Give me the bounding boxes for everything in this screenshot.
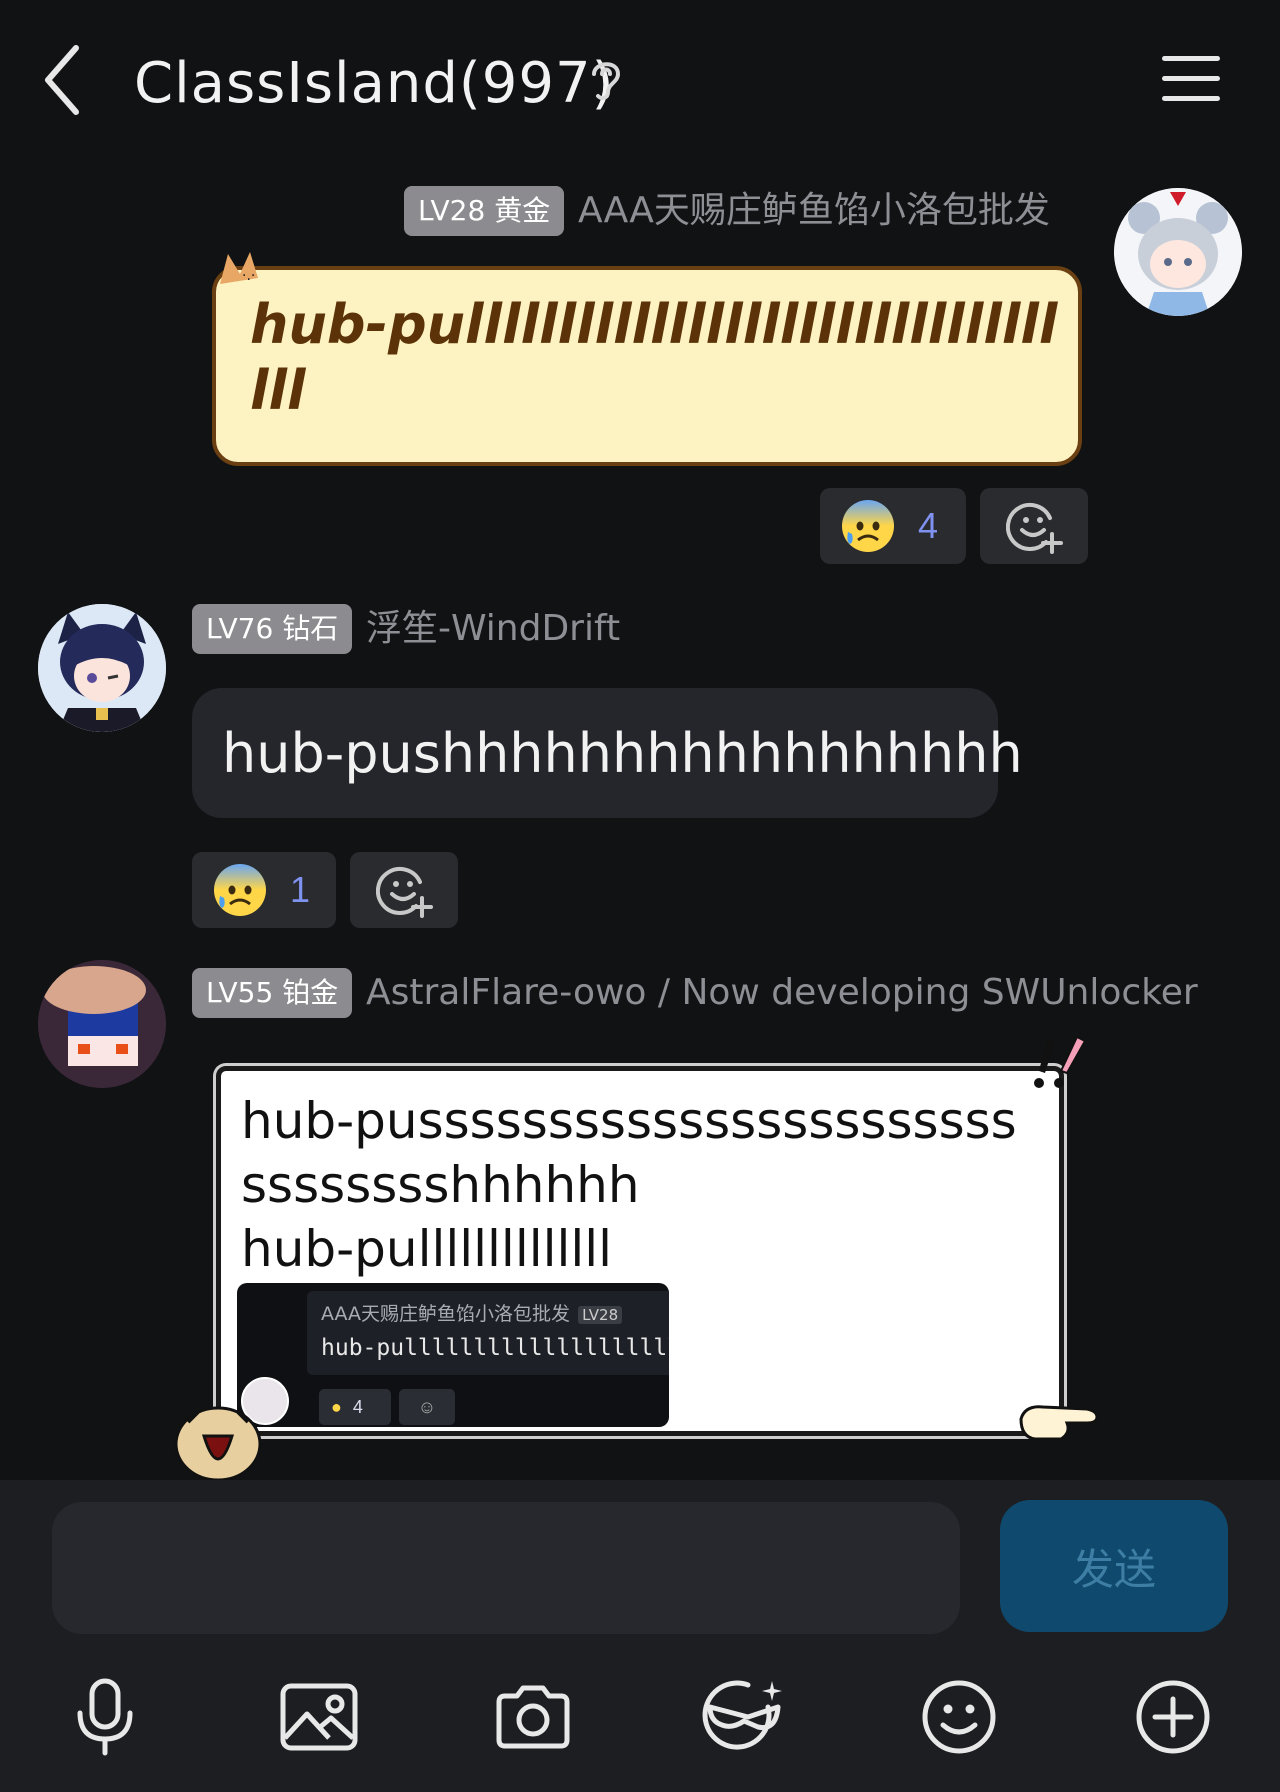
quoted-add-reaction: ☺ bbox=[399, 1389, 455, 1425]
message-bubble[interactable]: hub-pussssssssssssssssssssssssssssssshhh… bbox=[216, 1035, 1099, 1441]
quoted-level-badge: LV28 bbox=[578, 1305, 623, 1324]
avatar[interactable] bbox=[38, 604, 166, 732]
camera-icon bbox=[496, 1685, 570, 1749]
emoji-icon bbox=[922, 1680, 996, 1754]
input-bar: 发送 bbox=[0, 1480, 1280, 1792]
pointing-hand-decoration-icon bbox=[1019, 1405, 1099, 1441]
plus-icon bbox=[1136, 1680, 1210, 1754]
sender-name[interactable]: AstralFlare-owo / Now developing SWUnloc… bbox=[366, 968, 1198, 1018]
message-list[interactable]: AAA天赐庄鲈鱼馅小洛包批发 LV28 黄金 ·.· hub-pulllllll… bbox=[0, 160, 1280, 1480]
message-bubble[interactable]: ·.· hub-pullllllllllllllllllllllllllllll… bbox=[212, 252, 1082, 466]
level-badge: LV76 钻石 bbox=[192, 604, 353, 654]
send-button[interactable]: 发送 bbox=[1000, 1500, 1228, 1632]
message-bubble[interactable]: hub-pushhhhhhhhhhhhhhhhh bbox=[192, 688, 1023, 818]
reaction-count: 4 bbox=[918, 505, 939, 546]
sender-name[interactable]: AAA天赐庄鲈鱼馅小洛包批发 bbox=[578, 186, 1050, 236]
reaction-chip[interactable]: 4 bbox=[820, 488, 966, 564]
back-button[interactable] bbox=[40, 40, 90, 120]
add-emoji-icon bbox=[1006, 503, 1063, 554]
message-text: hub-pussssssssssssssssssssssssssssssshhh… bbox=[241, 1089, 1041, 1281]
avatar[interactable] bbox=[1114, 188, 1242, 316]
voice-button[interactable] bbox=[60, 1672, 150, 1762]
sticker-face-icon bbox=[702, 1680, 782, 1750]
image-icon bbox=[280, 1683, 358, 1751]
attached-image[interactable]: AAA天赐庄鲈鱼馅小洛包批发 LV28 hub-pulllllllllllllll… bbox=[237, 1283, 669, 1427]
microphone-icon bbox=[77, 1678, 133, 1756]
reaction-chip[interactable]: 1 bbox=[192, 852, 336, 928]
more-button[interactable] bbox=[1128, 1672, 1218, 1762]
quoted-sender: AAA天赐庄鲈鱼馅小洛包批发 LV28 bbox=[321, 1299, 623, 1326]
svg-text:·.·: ·.· bbox=[242, 268, 255, 284]
reaction-count: 1 bbox=[290, 869, 311, 910]
add-emoji-icon bbox=[376, 867, 433, 918]
add-emoji-icon: ☺ bbox=[417, 1397, 437, 1417]
cat-ears-decoration-icon: ·.· bbox=[220, 252, 258, 284]
level-badge: LV28 黄金 bbox=[404, 186, 565, 236]
chevron-left-icon bbox=[45, 45, 79, 115]
message-input[interactable] bbox=[52, 1502, 960, 1634]
image-button[interactable] bbox=[274, 1672, 364, 1762]
sender-name[interactable]: 浮笙-WindDrift bbox=[366, 604, 620, 654]
avatar[interactable] bbox=[38, 960, 166, 1088]
ear-icon[interactable] bbox=[586, 56, 626, 104]
chat-title[interactable]: ClassIsland(997) bbox=[134, 48, 615, 120]
message-line: hub-pussssssssssssssssssssssssssssssshhh… bbox=[241, 1092, 1017, 1214]
quoted-text: hub-pullllllllllllllllllll bbox=[321, 1335, 669, 1361]
quoted-reaction-count: 4 bbox=[352, 1397, 363, 1417]
quoted-reaction-chip: ● 4 bbox=[319, 1389, 391, 1425]
message-line: hub-pullllllllllllll bbox=[241, 1220, 613, 1278]
add-reaction-button[interactable] bbox=[350, 852, 458, 928]
quoted-message-card: AAA天赐庄鲈鱼馅小洛包批发 LV28 hub-pulllllllllllllll… bbox=[307, 1291, 669, 1375]
menu-button[interactable] bbox=[1160, 52, 1222, 104]
emoji-button[interactable] bbox=[914, 1672, 1004, 1762]
hamburger-menu-icon bbox=[1162, 56, 1220, 101]
chat-header: ClassIsland(997) bbox=[0, 0, 1280, 160]
anxious-face-emoji-icon bbox=[842, 500, 894, 552]
camera-button[interactable] bbox=[488, 1672, 578, 1762]
level-badge: LV55 铂金 bbox=[192, 968, 353, 1018]
message-text: hub-pullllllllllllllllllllllllllllllllll… bbox=[250, 293, 1058, 422]
anxious-face-emoji-icon bbox=[214, 864, 266, 916]
sticker-decoration-icon bbox=[174, 1406, 262, 1480]
message-text: hub-pushhhhhhhhhhhhhhhhh bbox=[222, 722, 1023, 785]
add-reaction-button[interactable] bbox=[980, 488, 1088, 564]
anxious-face-emoji-icon: ● bbox=[331, 1397, 342, 1417]
exclamation-decoration-icon bbox=[1034, 1035, 1087, 1088]
sticker-button[interactable] bbox=[700, 1672, 790, 1762]
